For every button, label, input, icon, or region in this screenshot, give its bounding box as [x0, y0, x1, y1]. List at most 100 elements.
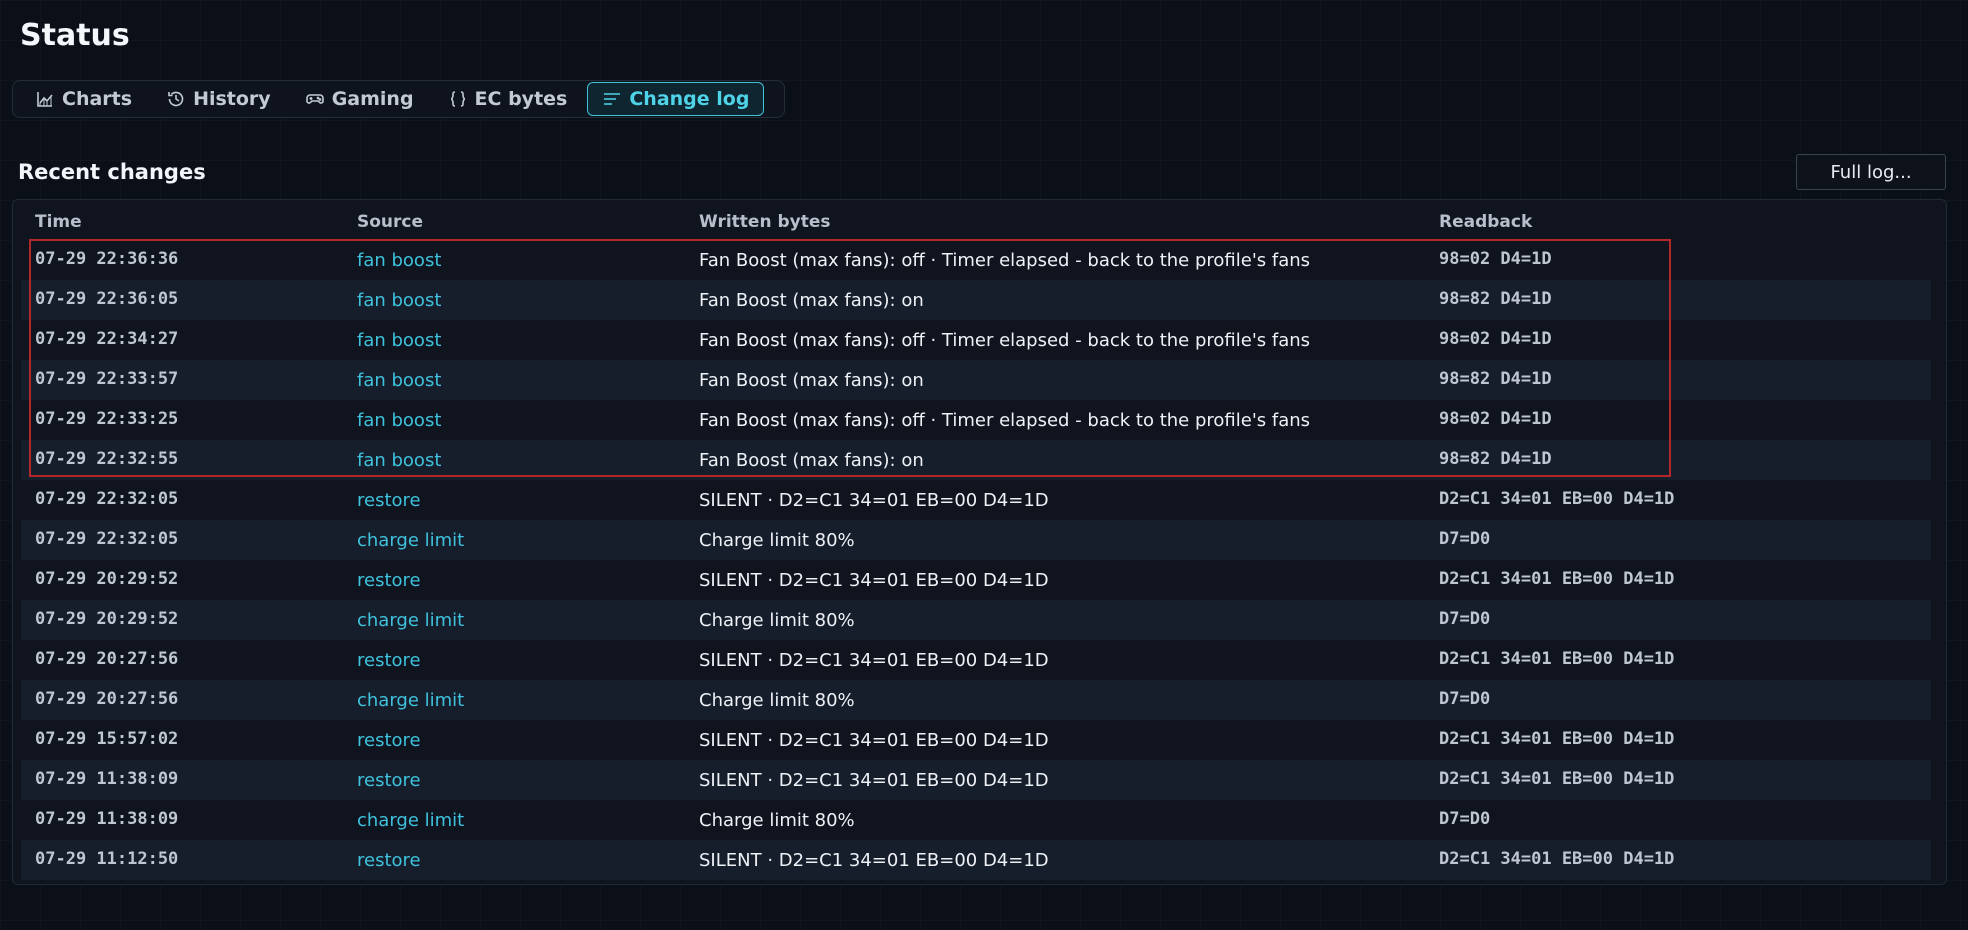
table-row[interactable]: 07-29 20:27:56 charge limit Charge limit 8… [21, 680, 1931, 720]
table-body: 07-29 22:36:36 fan boost Fan Boost (max fa… [21, 240, 1931, 880]
cell-source: restore [357, 570, 421, 591]
cell-time: 07-29 11:12:50 [35, 849, 179, 869]
cell-written-bytes: SILENT · D2=C1 34=01 EB=00 D4=1D [699, 770, 1049, 791]
tab-bar: Charts History Gaming EC bytes Change lo… [12, 80, 785, 118]
table-row[interactable]: 07-29 11:38:09 charge limit Charge limit 8… [21, 800, 1931, 840]
cell-readback: D2=C1 34=01 EB=00 D4=1D [1439, 729, 1675, 749]
list-icon [604, 93, 621, 105]
table-row[interactable]: 07-29 20:29:52 charge limit Charge limit 8… [21, 600, 1931, 640]
table-header: Time Source Written bytes Readback [21, 200, 1931, 240]
history-icon [168, 91, 184, 107]
tab-charts[interactable]: Charts [21, 83, 146, 115]
cell-written-bytes: SILENT · D2=C1 34=01 EB=00 D4=1D [699, 490, 1049, 511]
cell-time: 07-29 22:33:57 [35, 369, 179, 389]
table-row[interactable]: 07-29 22:32:05 restore SILENT · D2=C1 34=0… [21, 480, 1931, 520]
cell-time: 07-29 22:33:25 [35, 409, 179, 429]
cell-written-bytes: Fan Boost (max fans): off · Timer elapse… [699, 250, 1311, 271]
table-row[interactable]: 07-29 22:32:55 fan boost Fan Boost (max fa… [21, 440, 1931, 480]
cell-source: restore [357, 490, 421, 511]
cell-written-bytes: Charge limit 80% [699, 610, 855, 631]
cell-time: 07-29 20:29:52 [35, 569, 179, 589]
cell-readback: D2=C1 34=01 EB=00 D4=1D [1439, 649, 1675, 669]
cell-source: charge limit [357, 530, 465, 551]
tab-change-log[interactable]: Change log [587, 82, 765, 116]
cell-written-bytes: Fan Boost (max fans): off · Timer elapse… [699, 410, 1311, 431]
cell-readback: 98=82 D4=1D [1439, 369, 1552, 389]
cell-source: charge limit [357, 810, 465, 831]
cell-source: restore [357, 850, 421, 871]
braces-icon [450, 91, 465, 107]
column-header-written: Written bytes [699, 212, 831, 232]
table-row[interactable]: 07-29 22:36:05 fan boost Fan Boost (max fa… [21, 280, 1931, 320]
tab-label: History [193, 88, 271, 110]
cell-written-bytes: SILENT · D2=C1 34=01 EB=00 D4=1D [699, 650, 1049, 671]
table-row[interactable]: 07-29 22:33:25 fan boost Fan Boost (max fa… [21, 400, 1931, 440]
cell-written-bytes: Fan Boost (max fans): on [699, 290, 924, 311]
cell-source: charge limit [357, 610, 465, 631]
table-row[interactable]: 07-29 20:29:52 restore SILENT · D2=C1 34=0… [21, 560, 1931, 600]
cell-readback: 98=82 D4=1D [1439, 449, 1552, 469]
section-title: Recent changes [18, 160, 206, 184]
cell-time: 07-29 20:27:56 [35, 689, 179, 709]
cell-readback: D2=C1 34=01 EB=00 D4=1D [1439, 769, 1675, 789]
column-header-source: Source [357, 212, 424, 232]
cell-source: restore [357, 650, 421, 671]
cell-source: fan boost [357, 450, 442, 471]
cell-written-bytes: SILENT · D2=C1 34=01 EB=00 D4=1D [699, 570, 1049, 591]
gamepad-icon [305, 94, 324, 104]
cell-time: 07-29 11:38:09 [35, 809, 179, 829]
tab-gaming[interactable]: Gaming [291, 83, 428, 115]
table-row[interactable]: 07-29 22:34:27 fan boost Fan Boost (max fa… [21, 320, 1931, 360]
column-header-time: Time [35, 212, 82, 232]
change-log-table: Time Source Written bytes Readback 07-29… [12, 199, 1947, 885]
cell-source: fan boost [357, 330, 442, 351]
table-row[interactable]: 07-29 22:36:36 fan boost Fan Boost (max fa… [21, 240, 1931, 280]
table-row[interactable]: 07-29 22:32:05 charge limit Charge limit 8… [21, 520, 1931, 560]
cell-readback: 98=02 D4=1D [1439, 249, 1552, 269]
cell-source: charge limit [357, 690, 465, 711]
cell-source: fan boost [357, 250, 442, 271]
cell-written-bytes: SILENT · D2=C1 34=01 EB=00 D4=1D [699, 850, 1049, 871]
cell-time: 07-29 22:34:27 [35, 329, 179, 349]
cell-time: 07-29 15:57:02 [35, 729, 179, 749]
cell-source: restore [357, 730, 421, 751]
cell-time: 07-29 22:36:05 [35, 289, 179, 309]
cell-readback: D2=C1 34=01 EB=00 D4=1D [1439, 569, 1675, 589]
cell-readback: 98=02 D4=1D [1439, 329, 1552, 349]
cell-written-bytes: SILENT · D2=C1 34=01 EB=00 D4=1D [699, 730, 1049, 751]
cell-readback: D7=D0 [1439, 609, 1491, 629]
tab-label: Change log [629, 88, 750, 110]
cell-readback: 98=82 D4=1D [1439, 289, 1552, 309]
cell-readback: D7=D0 [1439, 529, 1491, 549]
cell-time: 07-29 22:32:55 [35, 449, 179, 469]
tab-history[interactable]: History [152, 83, 285, 115]
cell-written-bytes: Fan Boost (max fans): off · Timer elapse… [699, 330, 1311, 351]
cell-readback: D7=D0 [1439, 809, 1491, 829]
cell-time: 07-29 11:38:09 [35, 769, 179, 789]
tab-label: Gaming [331, 88, 414, 110]
table-row[interactable]: 07-29 11:12:50 restore SILENT · D2=C1 34=0… [21, 840, 1931, 880]
cell-readback: 98=02 D4=1D [1439, 409, 1552, 429]
tab-label: EC bytes [474, 88, 568, 110]
cell-written-bytes: Fan Boost (max fans): on [699, 450, 924, 471]
cell-readback: D2=C1 34=01 EB=00 D4=1D [1439, 489, 1675, 509]
cell-time: 07-29 22:32:05 [35, 529, 179, 549]
cell-time: 07-29 20:27:56 [35, 649, 179, 669]
table-row[interactable]: 07-29 20:27:56 restore SILENT · D2=C1 34=0… [21, 640, 1931, 680]
cell-time: 07-29 22:32:05 [35, 489, 179, 509]
cell-written-bytes: Charge limit 80% [699, 690, 855, 711]
table-row[interactable]: 07-29 11:38:09 restore SILENT · D2=C1 34=0… [21, 760, 1931, 800]
full-log-button[interactable]: Full log... [1796, 154, 1946, 190]
table-row[interactable]: 07-29 22:33:57 fan boost Fan Boost (max fa… [21, 360, 1931, 400]
cell-source: restore [357, 770, 421, 791]
cell-written-bytes: Charge limit 80% [699, 530, 855, 551]
page-title: Status [20, 18, 130, 53]
tab-ec-bytes[interactable]: EC bytes [434, 83, 582, 115]
column-header-readback: Readback [1439, 212, 1533, 232]
table-row[interactable]: 07-29 15:57:02 restore SILENT · D2=C1 34=0… [21, 720, 1931, 760]
chart-icon [37, 92, 53, 107]
cell-source: fan boost [357, 370, 442, 391]
cell-readback: D7=D0 [1439, 689, 1491, 709]
tab-label: Charts [62, 88, 133, 110]
cell-readback: D2=C1 34=01 EB=00 D4=1D [1439, 849, 1675, 869]
